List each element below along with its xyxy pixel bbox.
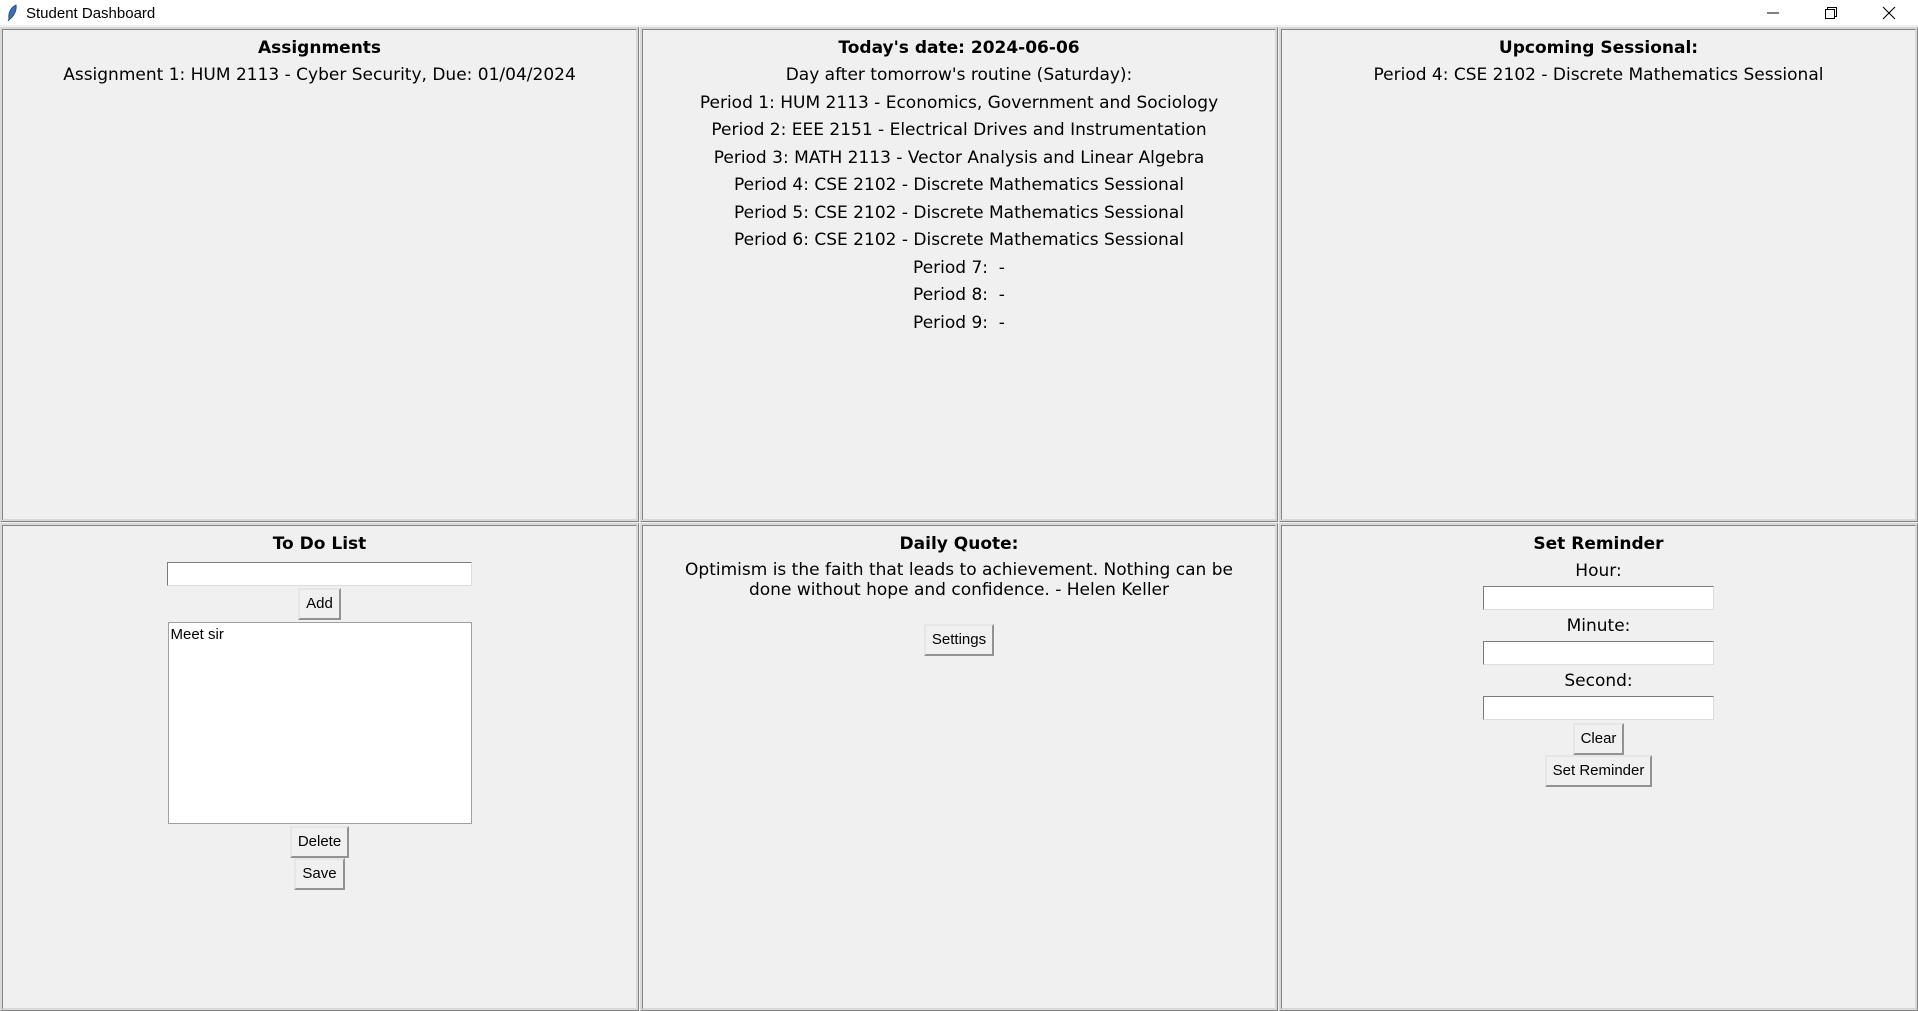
assignments-heading: Assignments	[257, 38, 382, 58]
period-3: Period 3: MATH 2113 - Vector Analysis an…	[713, 147, 1205, 168]
todo-heading: To Do List	[272, 534, 367, 554]
daily-quote-panel: Daily Quote: Optimism is the faith that …	[640, 523, 1278, 1011]
todo-listbox[interactable]: Meet sir	[167, 622, 472, 824]
minimize-button[interactable]	[1744, 0, 1802, 25]
close-icon	[1882, 6, 1896, 19]
reminder-heading: Set Reminder	[1533, 534, 1664, 554]
routine-label: Day after tomorrow's routine (Saturday):	[785, 65, 1133, 85]
period-2: Period 2: EEE 2151 - Electrical Drives a…	[711, 120, 1207, 140]
set-reminder-button[interactable]: Set Reminder	[1544, 755, 1653, 787]
delete-button[interactable]: Delete	[289, 826, 350, 858]
quote-text: Optimism is the faith that leads to achi…	[685, 560, 1233, 600]
title-bar: Student Dashboard	[0, 0, 1918, 25]
list-item[interactable]: Meet sir	[171, 626, 469, 643]
restore-button[interactable]	[1802, 0, 1860, 25]
period-6: Period 6: CSE 2102 - Discrete Mathematic…	[734, 230, 1184, 250]
feather-icon	[7, 3, 17, 21]
clear-button[interactable]: Clear	[1572, 723, 1625, 755]
hour-label: Hour:	[1575, 561, 1622, 581]
second-input[interactable]	[1483, 696, 1714, 720]
close-button[interactable]	[1860, 0, 1918, 25]
settings-button[interactable]: Settings	[923, 624, 995, 656]
period-9: Period 9: -	[913, 312, 1005, 333]
window-controls	[1744, 0, 1918, 25]
minute-label: Minute:	[1566, 616, 1631, 636]
save-button[interactable]: Save	[294, 858, 345, 890]
assignments-panel: Assignments Assignment 1: HUM 2113 - Cyb…	[0, 27, 639, 522]
upcoming-heading: Upcoming Sessional:	[1498, 38, 1699, 58]
hour-input[interactable]	[1483, 586, 1714, 610]
todays-date-heading: Today's date: 2024-06-06	[838, 38, 1080, 58]
set-reminder-panel: Set Reminder Hour: Minute: Second: Clear…	[1279, 523, 1918, 1011]
period-1: Period 1: HUM 2113 - Economics, Governme…	[699, 92, 1219, 113]
second-label: Second:	[1564, 671, 1633, 691]
period-5: Period 5: CSE 2102 - Discrete Mathematic…	[734, 202, 1184, 223]
quote-heading: Daily Quote:	[899, 534, 1019, 554]
window-title: Student Dashboard	[26, 4, 156, 22]
period-4: Period 4: CSE 2102 - Discrete Mathematic…	[734, 175, 1184, 195]
assignment-item: Assignment 1: HUM 2113 - Cyber Security,…	[63, 65, 576, 85]
upcoming-sessional-panel: Upcoming Sessional: Period 4: CSE 2102 -…	[1279, 27, 1918, 522]
period-8: Period 8: -	[913, 285, 1005, 305]
todo-input[interactable]	[167, 562, 472, 586]
minimize-icon	[1767, 12, 1779, 13]
upcoming-item: Period 4: CSE 2102 - Discrete Mathematic…	[1373, 65, 1824, 85]
period-7: Period 7: -	[913, 257, 1005, 278]
restore-icon	[1825, 6, 1837, 19]
add-button[interactable]: Add	[298, 588, 341, 620]
today-routine-panel: Today's date: 2024-06-06 Day after tomor…	[640, 27, 1278, 522]
minute-input[interactable]	[1483, 641, 1714, 665]
todo-panel: To Do List Add Meet sir Delete Save	[0, 523, 639, 1011]
